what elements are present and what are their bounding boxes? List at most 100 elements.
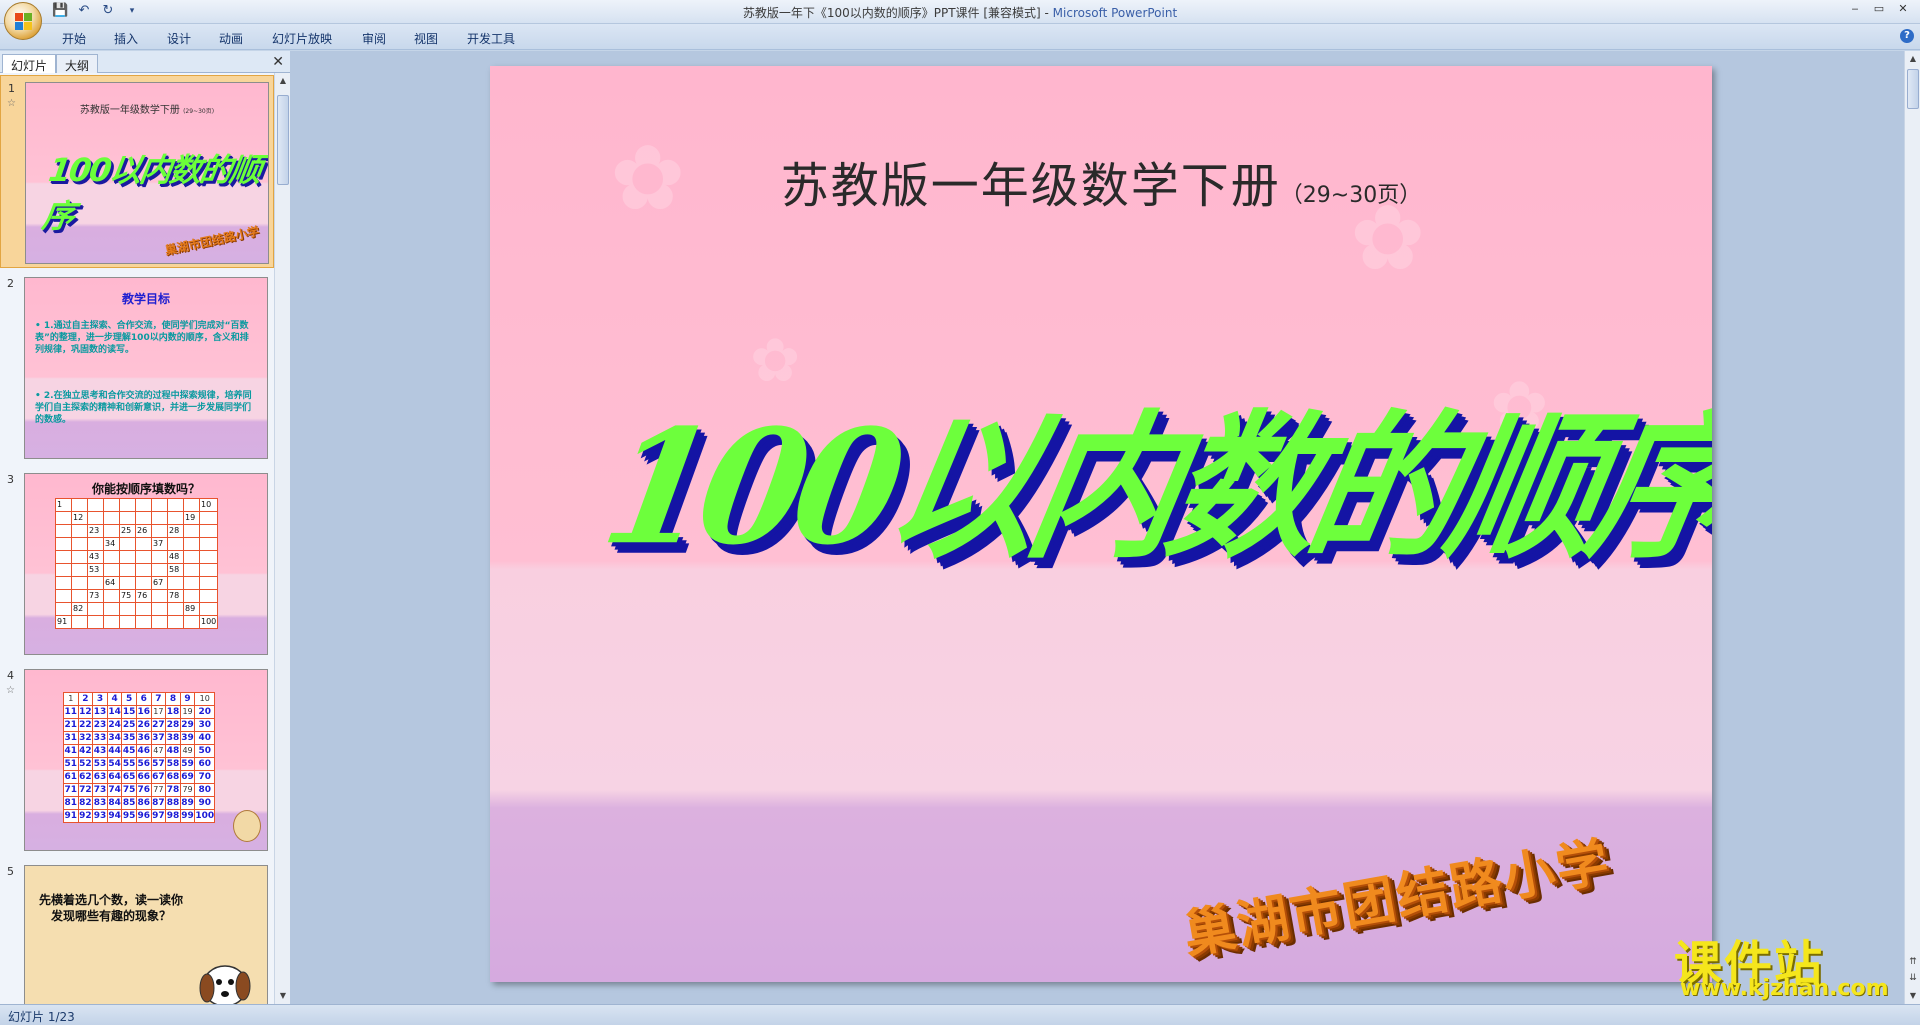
tab-slideshow[interactable]: 幻灯片放映 xyxy=(272,30,332,47)
tab-animations[interactable]: 动画 xyxy=(219,30,243,47)
grid-cell: 29 xyxy=(179,718,196,732)
grid-cell xyxy=(119,563,136,577)
grid-cell: 58 xyxy=(165,757,181,771)
grid-cell: 96 xyxy=(135,809,152,823)
scrollbar-thumb[interactable] xyxy=(277,95,289,185)
grid-cell xyxy=(135,537,152,551)
grid-cell: 51 xyxy=(63,757,79,771)
grid-cell xyxy=(135,563,152,577)
grid-cell: 42 xyxy=(77,744,94,758)
grid-cell: 1 xyxy=(55,498,72,512)
grid-row: 11 12 13 14 15 16 17 18 19 20 xyxy=(63,705,216,719)
slide-thumbnail-5[interactable]: 5 先横着选几个数，读一读你 发现哪些有趣的现象？ xyxy=(0,859,274,1004)
grid-cell: 8 xyxy=(165,692,181,706)
pane-close-icon[interactable]: ✕ xyxy=(272,54,284,70)
thumb-subtitle: 苏教版一年级数学下册 (29~30页) xyxy=(79,105,215,116)
tab-developer[interactable]: 开发工具 xyxy=(467,30,515,47)
grid-cell xyxy=(135,511,152,525)
grid-cell: 17 xyxy=(150,705,167,719)
tab-slides[interactable]: 幻灯片 xyxy=(2,54,57,73)
grid-cell xyxy=(55,576,72,590)
thumbnails-scrollbar[interactable]: ▲ ▼ xyxy=(274,73,290,1004)
slide-subtitle[interactable]: 苏教版一年级数学下册（29~30页） xyxy=(490,146,1712,216)
grid-cell xyxy=(55,589,72,603)
slides-pane: 幻灯片 大纲 ✕ 1 ☆ 苏教版一年级数学下册 (29~30页) 100以内数的… xyxy=(0,51,290,1004)
slide-thumbnail-1[interactable]: 1 ☆ 苏教版一年级数学下册 (29~30页) 100以内数的顺序 巢湖市团结路… xyxy=(0,75,274,268)
tab-outline[interactable]: 大纲 xyxy=(56,54,99,73)
grid-cell: 57 xyxy=(150,757,167,771)
slide-number: 4 xyxy=(7,669,14,682)
grid-cell: 87 xyxy=(150,796,167,810)
scroll-up-icon[interactable]: ▲ xyxy=(275,73,291,89)
school-name-wordart[interactable]: 巢湖市团结路小学 xyxy=(1177,819,1615,968)
grid-cell xyxy=(167,498,184,512)
grid-row: 53 58 xyxy=(55,563,219,577)
grid-cell: 11 xyxy=(63,705,79,719)
grid-cell: 91 xyxy=(63,809,79,823)
grid-cell: 100 xyxy=(194,809,216,823)
grid-cell xyxy=(103,524,120,538)
grid-cell: 86 xyxy=(135,796,152,810)
editor-scrollbar[interactable]: ▲ ⇈ ⇊ ▼ xyxy=(1904,51,1920,1004)
grid-cell: 76 xyxy=(135,783,152,797)
grid-cell: 36 xyxy=(135,731,152,745)
grid-cell: 82 xyxy=(71,602,88,616)
grid-cell: 64 xyxy=(103,576,120,590)
grid-cell xyxy=(71,537,88,551)
grid-cell xyxy=(198,537,219,551)
grid-cell xyxy=(183,589,200,603)
scroll-down-icon[interactable]: ▼ xyxy=(275,988,291,1004)
grid-cell xyxy=(167,511,184,525)
grid-cell: 21 xyxy=(63,718,79,732)
grid-cell: 1 xyxy=(63,692,79,706)
grid-cell xyxy=(135,498,152,512)
minimize-button[interactable]: ‒ xyxy=(1844,2,1866,18)
grid-cell xyxy=(103,550,120,564)
slide-thumbnail-2[interactable]: 2 教学目标 • 1.通过自主探索、合作交流，使同学们完成对“百数表”的整理，进… xyxy=(0,271,274,464)
grid-cell xyxy=(151,550,168,564)
document-title: 苏教版一年下《100以内数的顺序》PPT课件 [兼容模式] xyxy=(742,6,1041,20)
grid-row: 71 72 73 74 75 76 77 78 79 80 xyxy=(63,783,216,797)
maximize-button[interactable]: ▭ xyxy=(1868,2,1890,18)
grid-cell xyxy=(87,498,104,512)
grid-cell: 76 xyxy=(135,589,152,603)
grid-row: 21 22 23 24 25 26 27 28 29 30 xyxy=(63,718,216,732)
slide-counter: 幻灯片 1/23 xyxy=(8,1010,75,1024)
grid-cell: 69 xyxy=(179,770,196,784)
scroll-up-icon[interactable]: ▲ xyxy=(1905,51,1920,67)
grid-row: 91 100 xyxy=(55,615,219,629)
slide-thumbnail-3[interactable]: 3 你能按顺序填数吗？ 1 10 12 19 23 25 26 28 34 37 43 48 53 58 6… xyxy=(0,467,274,660)
close-button[interactable]: ✕ xyxy=(1892,2,1914,18)
scrollbar-thumb[interactable] xyxy=(1907,69,1919,109)
office-button[interactable] xyxy=(4,2,42,40)
grid-cell: 2 xyxy=(77,692,94,706)
tab-view[interactable]: 视图 xyxy=(414,30,438,47)
tab-design[interactable]: 设计 xyxy=(167,30,191,47)
grid-row: 31 32 33 34 35 36 37 38 39 40 xyxy=(63,731,216,745)
grid-cell xyxy=(198,524,219,538)
grid-cell xyxy=(87,511,104,525)
slide-thumbnail-4[interactable]: 4 ☆ 1 2 3 4 5 6 7 8 9 10 11 12 13 14 15 16 17 18 19 20 21 22 2… xyxy=(0,663,274,856)
grid-cell xyxy=(167,576,184,590)
grid-cell xyxy=(55,511,72,525)
grid-cell xyxy=(183,576,200,590)
grid-cell xyxy=(71,589,88,603)
grid-cell: 24 xyxy=(106,718,123,732)
tab-home[interactable]: 开始 xyxy=(62,30,86,47)
grid-cell xyxy=(198,576,219,590)
grid-cell: 94 xyxy=(106,809,123,823)
slide-title-wordart[interactable]: 100以内数的顺序 xyxy=(590,361,1712,589)
grid-cell xyxy=(183,498,200,512)
grid-row: 12 19 xyxy=(55,511,219,525)
tab-insert[interactable]: 插入 xyxy=(114,30,138,47)
help-icon[interactable]: ? xyxy=(1900,29,1914,43)
cartoon-icon xyxy=(233,810,261,842)
grid-cell: 31 xyxy=(63,731,79,745)
grid-cell: 5 xyxy=(121,692,137,706)
dog-illustration xyxy=(199,965,251,1004)
grid-cell xyxy=(198,589,219,603)
current-slide[interactable]: ✿ ✿ ✿ ✿ 苏教版一年级数学下册（29~30页） 100以内数的顺序 巢湖市… xyxy=(490,66,1712,982)
tab-review[interactable]: 审阅 xyxy=(362,30,386,47)
grid-cell: 73 xyxy=(87,589,104,603)
hundred-chart: 1 2 3 4 5 6 7 8 9 10 11 12 13 14 15 16 17 18 19 20 21 22 23 24 2… xyxy=(63,692,216,823)
